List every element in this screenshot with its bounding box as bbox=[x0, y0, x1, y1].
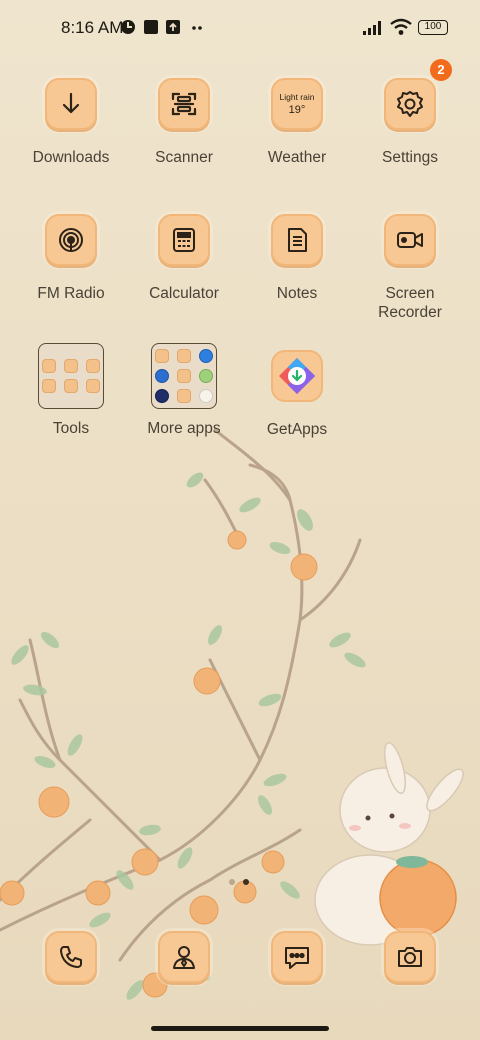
gear-icon bbox=[384, 78, 436, 130]
app-downloads[interactable]: Downloads bbox=[16, 78, 126, 167]
battery-level: 100 bbox=[424, 21, 442, 32]
app-label: GetApps bbox=[266, 421, 328, 438]
folder-icon bbox=[151, 343, 217, 409]
app-label: Calculator bbox=[149, 285, 219, 302]
scanner-icon bbox=[158, 78, 210, 130]
app-settings[interactable]: Settings bbox=[355, 78, 465, 167]
app-getapps[interactable]: GetApps bbox=[242, 350, 352, 439]
app-notes[interactable]: Notes bbox=[242, 214, 352, 303]
more-dots-icon bbox=[192, 26, 202, 30]
app-calculator[interactable]: Calculator bbox=[129, 214, 239, 303]
camera-icon bbox=[384, 931, 436, 983]
upload-icon bbox=[166, 20, 180, 34]
weather-condition: Light rain bbox=[279, 91, 315, 102]
signal-icon bbox=[363, 21, 381, 35]
app-weather[interactable]: Light rain 19° Weather bbox=[242, 78, 352, 167]
app-screen-recorder[interactable]: Screen Recorder bbox=[355, 214, 465, 322]
video-camera-icon bbox=[384, 214, 436, 266]
app-label: Settings bbox=[381, 149, 438, 166]
wifi-icon bbox=[390, 18, 412, 35]
weather-widget-icon: Light rain 19° bbox=[271, 78, 323, 130]
dock-contacts[interactable] bbox=[129, 931, 239, 983]
folder-tools[interactable]: Tools bbox=[16, 343, 126, 438]
status-bar: 8:16 AM 100 bbox=[0, 0, 480, 56]
phone-icon bbox=[45, 931, 97, 983]
dock-phone[interactable] bbox=[16, 931, 126, 983]
gesture-home-bar[interactable] bbox=[151, 1026, 329, 1031]
status-time: 8:16 AM bbox=[61, 18, 124, 37]
app-fm-radio[interactable]: FM Radio bbox=[16, 214, 126, 303]
app-scanner[interactable]: Scanner bbox=[129, 78, 239, 167]
app-label: FM Radio bbox=[37, 285, 105, 302]
folder-more-apps[interactable]: More apps bbox=[129, 343, 239, 438]
dock-messages[interactable] bbox=[242, 931, 352, 983]
contacts-icon bbox=[158, 931, 210, 983]
dock-camera[interactable] bbox=[355, 931, 465, 983]
messages-icon bbox=[271, 931, 323, 983]
page-dot-active bbox=[243, 879, 249, 885]
data-saver-icon bbox=[121, 20, 135, 34]
battery-icon: 100 bbox=[418, 20, 448, 35]
folder-icon bbox=[38, 343, 104, 409]
page-dot bbox=[229, 879, 235, 885]
download-arrow-icon bbox=[45, 78, 97, 130]
weather-temperature: 19° bbox=[288, 103, 306, 116]
app-label: Scanner bbox=[155, 149, 213, 166]
radio-icon bbox=[45, 214, 97, 266]
calculator-icon bbox=[158, 214, 210, 266]
app-label: Screen Recorder bbox=[378, 285, 442, 321]
getapps-icon bbox=[271, 350, 323, 402]
app-label: Downloads bbox=[32, 149, 110, 166]
app-label: Notes bbox=[276, 285, 318, 302]
notification-square-icon bbox=[144, 20, 158, 34]
app-label: More apps bbox=[147, 420, 221, 437]
app-label: Tools bbox=[52, 420, 90, 437]
settings-notification-badge: 2 bbox=[430, 59, 452, 81]
app-label: Weather bbox=[267, 149, 327, 166]
notes-icon bbox=[271, 214, 323, 266]
bunny-illustration bbox=[314, 742, 464, 946]
page-indicator bbox=[229, 879, 249, 885]
